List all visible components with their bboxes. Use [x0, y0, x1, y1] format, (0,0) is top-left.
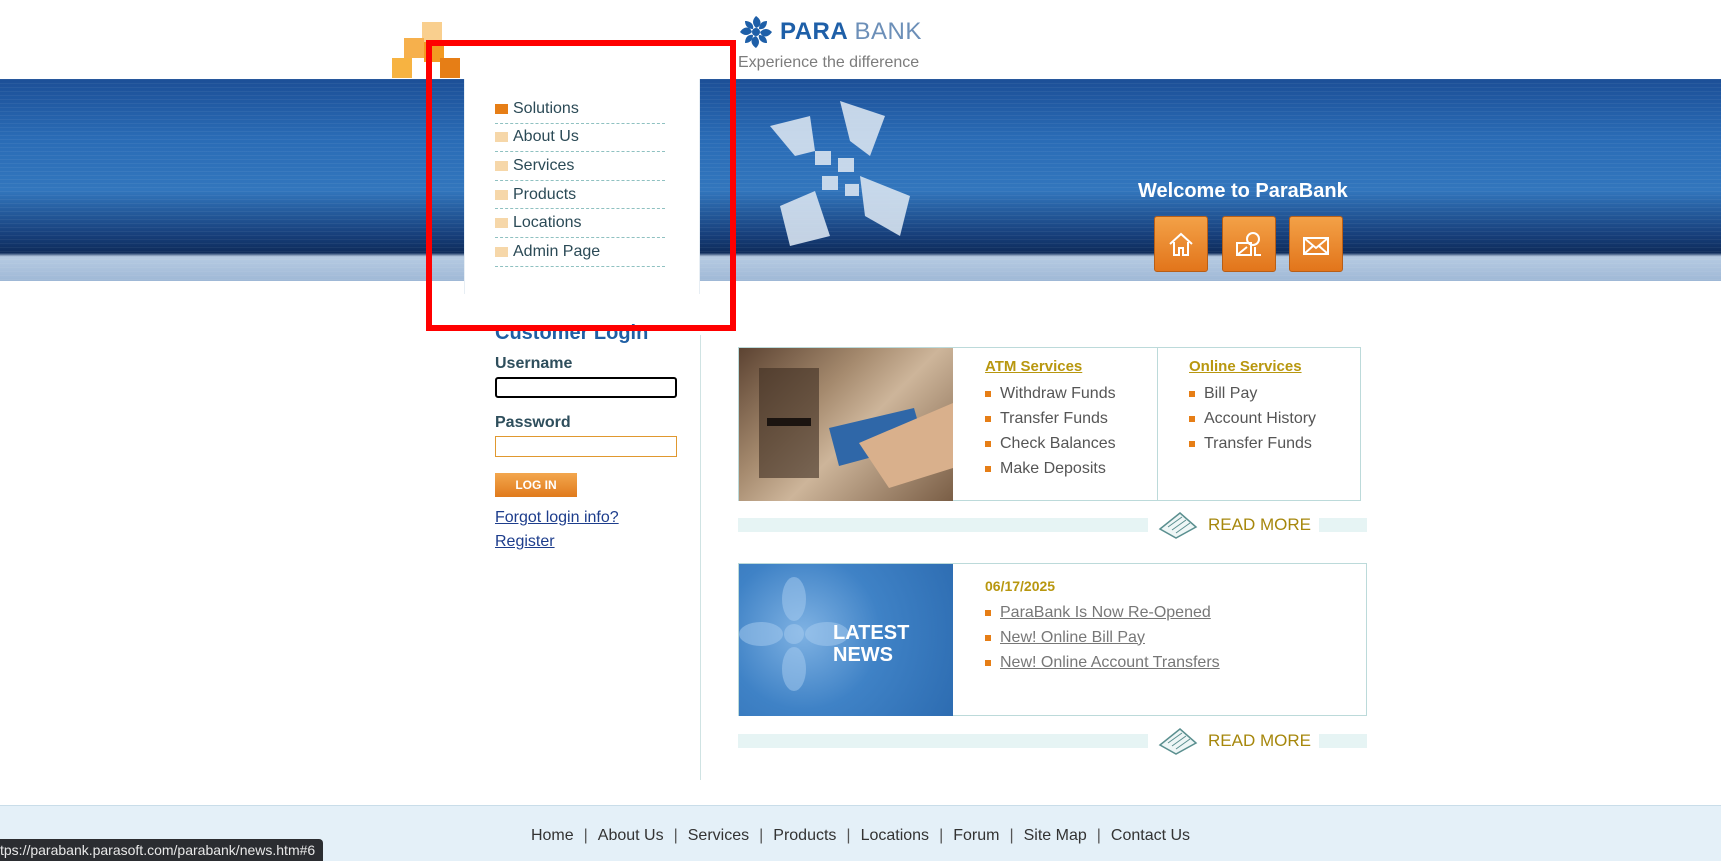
- contact-icon: [1303, 237, 1329, 255]
- footer-link-products[interactable]: Products: [773, 827, 836, 844]
- footer-link-locations[interactable]: Locations: [861, 827, 930, 844]
- bullet-icon: [1189, 415, 1195, 422]
- highlight-box: [426, 40, 736, 331]
- item-label: Make Deposits: [1000, 459, 1106, 477]
- online-service-item[interactable]: Transfer Funds: [1189, 431, 1316, 456]
- logo-square: [422, 22, 442, 42]
- logo-square: [392, 58, 412, 78]
- bullet-icon: [985, 659, 991, 666]
- news-item-link[interactable]: ParaBank Is Now Re-Opened: [985, 600, 1220, 625]
- username-input[interactable]: [495, 377, 677, 398]
- footer-separator: |: [673, 827, 678, 844]
- services-box: ATM Services Withdraw Funds Transfer Fun…: [738, 347, 1361, 501]
- item-label: Bill Pay: [1204, 384, 1258, 402]
- online-services-column: Online Services Bill Pay Account History…: [1189, 358, 1316, 456]
- footer-separator: |: [583, 827, 588, 844]
- contact-button[interactable]: [1289, 216, 1343, 272]
- password-input[interactable]: [495, 436, 677, 457]
- news-item-label: New! Online Account Transfers: [1000, 653, 1220, 671]
- footer-link-about-us[interactable]: About Us: [598, 827, 664, 844]
- item-label: Transfer Funds: [1000, 409, 1108, 427]
- news-heading-line: LATEST: [833, 622, 910, 644]
- news-item-label: ParaBank Is Now Re-Opened: [1000, 603, 1211, 621]
- document-icon: [1158, 728, 1198, 755]
- bullet-icon: [985, 609, 991, 616]
- welcome-text: Welcome to ParaBank: [1138, 180, 1348, 202]
- item-label: Transfer Funds: [1204, 434, 1312, 452]
- atm-card-icon: [759, 368, 953, 488]
- news-item-link[interactable]: New! Online Account Transfers: [985, 650, 1220, 675]
- bullet-icon: [1189, 390, 1195, 397]
- bullet-icon: [985, 634, 991, 641]
- home-button[interactable]: [1154, 216, 1208, 272]
- online-services-link[interactable]: Online Services: [1189, 358, 1316, 375]
- news-list: ParaBank Is Now Re-Opened New! Online Bi…: [985, 600, 1220, 675]
- atm-service-item[interactable]: Transfer Funds: [985, 406, 1116, 431]
- bullet-icon: [985, 415, 991, 422]
- news-read-more-button[interactable]: READ MORE: [1148, 726, 1319, 756]
- customer-login-panel: Customer Login Username Password LOG IN …: [495, 322, 695, 551]
- bullet-icon: [985, 390, 991, 397]
- atm-service-item[interactable]: Make Deposits: [985, 456, 1116, 481]
- about-icon: [1236, 232, 1261, 256]
- atm-service-item[interactable]: Check Balances: [985, 431, 1116, 456]
- banner-arrows-icon: [770, 101, 910, 246]
- atm-services-column: ATM Services Withdraw Funds Transfer Fun…: [985, 358, 1116, 481]
- item-label: Check Balances: [1000, 434, 1116, 452]
- online-service-item[interactable]: Bill Pay: [1189, 381, 1316, 406]
- latest-news-image: LATEST NEWS: [739, 564, 953, 716]
- brand-second: BANK: [854, 18, 922, 45]
- logo-square: [404, 38, 424, 58]
- parabank-logo-icon: [740, 16, 772, 48]
- atm-service-item[interactable]: Withdraw Funds: [985, 381, 1116, 406]
- footer-link-forum[interactable]: Forum: [953, 827, 999, 844]
- footer-separator: |: [759, 827, 764, 844]
- footer-separator: |: [1009, 827, 1014, 844]
- item-label: Withdraw Funds: [1000, 384, 1116, 402]
- status-bar-url: tps://parabank.parasoft.com/parabank/new…: [0, 839, 324, 861]
- register-link[interactable]: Register: [495, 533, 695, 551]
- item-label: Account History: [1204, 409, 1317, 427]
- atm-services-link[interactable]: ATM Services: [985, 358, 1116, 375]
- footer-link-contact-us[interactable]: Contact Us: [1111, 827, 1190, 844]
- username-label: Username: [495, 355, 573, 372]
- about-button[interactable]: [1222, 216, 1276, 272]
- news-item-label: New! Online Bill Pay: [1000, 628, 1145, 646]
- footer-link-services[interactable]: Services: [688, 827, 749, 844]
- footer-separator: |: [846, 827, 851, 844]
- footer-separator: |: [1096, 827, 1101, 844]
- home-icon: [1169, 232, 1193, 256]
- bullet-icon: [985, 440, 991, 447]
- online-service-item[interactable]: Account History: [1189, 406, 1316, 431]
- brand-logo[interactable]: PARA BANK: [738, 14, 922, 50]
- brand-name: PARA BANK: [780, 18, 922, 46]
- brand-first: PARA: [780, 18, 848, 45]
- password-label: Password: [495, 414, 571, 431]
- footer-link-site-map[interactable]: Site Map: [1024, 827, 1087, 844]
- bullet-icon: [985, 465, 991, 472]
- read-more-label: READ MORE: [1208, 515, 1311, 534]
- bullet-icon: [1189, 440, 1195, 447]
- news-heading-line: NEWS: [833, 644, 893, 666]
- footer-link-home[interactable]: Home: [531, 827, 574, 844]
- news-item-link[interactable]: New! Online Bill Pay: [985, 625, 1220, 650]
- login-button[interactable]: LOG IN: [495, 473, 577, 497]
- services-divider: [1157, 348, 1158, 501]
- forgot-login-link[interactable]: Forgot login info?: [495, 509, 695, 527]
- news-date: 06/17/2025: [985, 578, 1056, 594]
- footer-separator: |: [939, 827, 944, 844]
- column-divider: [700, 335, 701, 780]
- latest-news-box: LATEST NEWS 06/17/2025 ParaBank Is Now R…: [738, 563, 1367, 716]
- document-icon: [1158, 512, 1198, 539]
- brand-caption: Experience the difference: [738, 54, 920, 71]
- read-more-label: READ MORE: [1208, 731, 1311, 750]
- atm-image: [739, 348, 953, 501]
- latest-news-heading: LATEST NEWS: [833, 622, 909, 666]
- services-read-more-button[interactable]: READ MORE: [1148, 510, 1319, 540]
